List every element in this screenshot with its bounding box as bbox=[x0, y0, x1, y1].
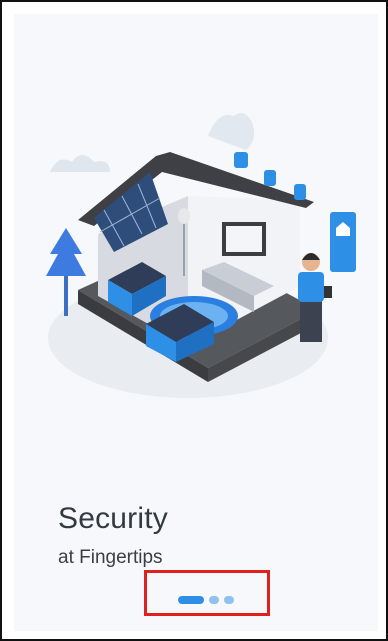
device-frame: Security at Fingertips bbox=[0, 0, 388, 641]
onboarding-subtitle: at Fingertips bbox=[58, 547, 163, 568]
page-dot-2[interactable] bbox=[209, 596, 219, 604]
pager-highlight-box bbox=[144, 570, 270, 616]
page-dot-1-active[interactable] bbox=[178, 596, 204, 604]
smart-home-illustration bbox=[46, 113, 356, 398]
onboarding-title: Security bbox=[58, 502, 168, 535]
page-dot-3[interactable] bbox=[224, 596, 234, 604]
